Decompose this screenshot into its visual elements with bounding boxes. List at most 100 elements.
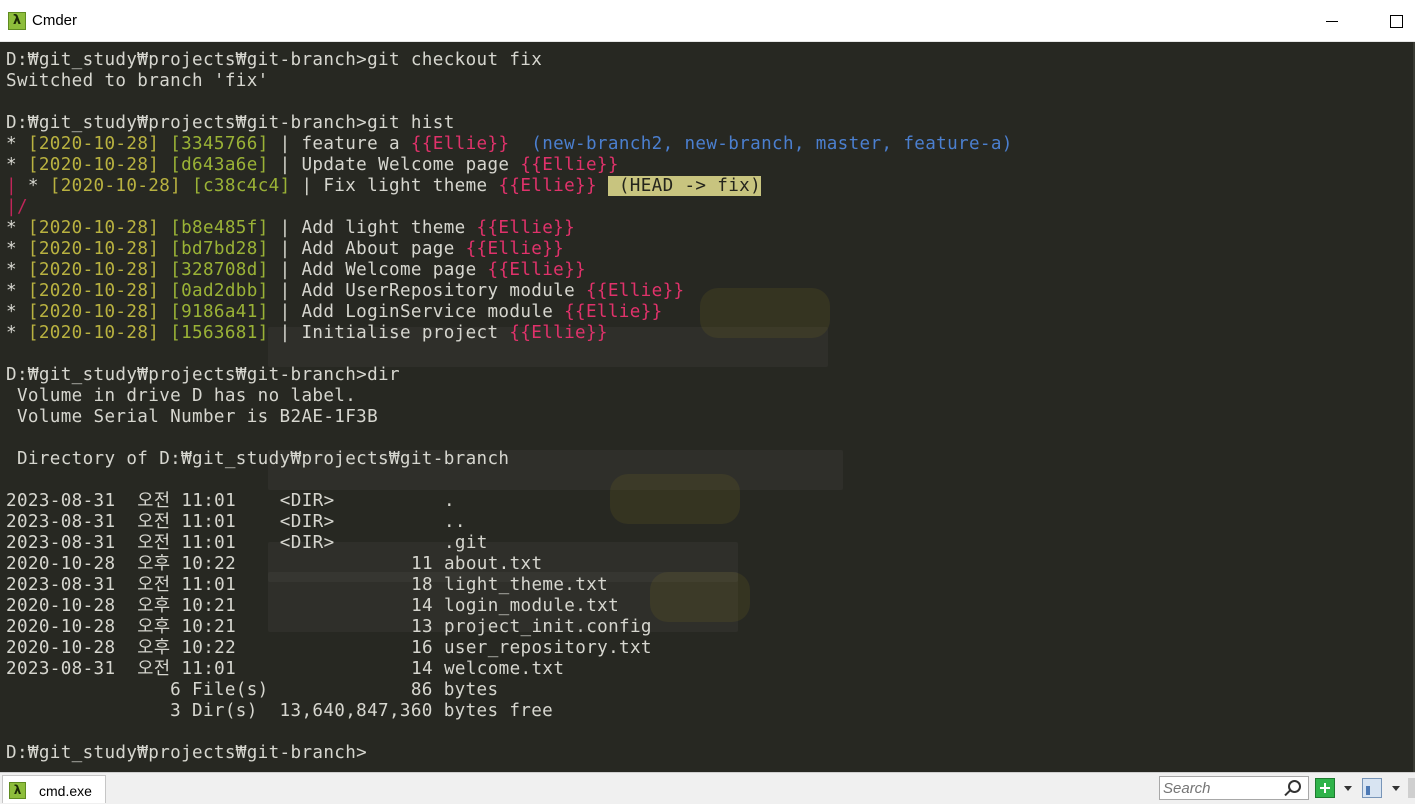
terminal-text: [2020-10-28] [27, 281, 160, 301]
search-input[interactable] [1163, 779, 1283, 797]
lambda-icon: λ [9, 782, 26, 799]
terminal-output: D:₩git_study₩projects₩git-branch>git che… [6, 50, 1013, 764]
terminal-text: [3345766] [170, 134, 269, 154]
terminal-text: | feature a [268, 134, 411, 154]
terminal-text: 2020-10-28 오후 10:21 14 login_module.txt [6, 596, 620, 616]
search-box[interactable] [1159, 776, 1309, 800]
split-view-icon[interactable] [1362, 778, 1382, 798]
terminal-text: 6 File(s) 86 bytes [6, 680, 499, 700]
terminal-text: D:₩git_study₩projects₩git-branch>dir [6, 365, 400, 385]
terminal-text: [c38c4c4] [192, 176, 291, 196]
minimize-button[interactable] [1319, 8, 1345, 34]
terminal-line: * [2020-10-28] [3345766] | feature a {{E… [6, 134, 1013, 155]
terminal-text: [2020-10-28] [49, 176, 182, 196]
terminal-text: [bd7bd28] [170, 239, 269, 259]
tab-cmd[interactable]: λ cmd.exe [2, 775, 106, 803]
search-icon[interactable] [1288, 780, 1301, 793]
terminal-text: 2020-10-28 오후 10:22 16 user_repository.t… [6, 638, 652, 658]
terminal-line: * [2020-10-28] [328708d] | Add Welcome p… [6, 260, 1013, 281]
terminal-text: 2020-10-28 오후 10:21 13 project_init.conf… [6, 617, 652, 637]
terminal-text: | Add UserRepository module [268, 281, 586, 301]
terminal-line: |/ [6, 197, 1013, 218]
terminal-line: 2023-08-31 오전 11:01 <DIR> .git [6, 533, 1013, 554]
new-console-button[interactable] [1315, 778, 1335, 798]
terminal-line: * [2020-10-28] [1563681] | Initialise pr… [6, 323, 1013, 344]
terminal-line: 2020-10-28 오후 10:22 11 about.txt [6, 554, 1013, 575]
terminal-line: * [2020-10-28] [bd7bd28] | Add About pag… [6, 239, 1013, 260]
chevron-down-icon[interactable] [1392, 786, 1400, 791]
terminal-line: 6 File(s) 86 bytes [6, 680, 1013, 701]
terminal-line: 2023-08-31 오전 11:01 14 welcome.txt [6, 659, 1013, 680]
terminal-line: | * [2020-10-28] [c38c4c4] | Fix light t… [6, 176, 1013, 197]
terminal-line: * [2020-10-28] [9186a41] | Add LoginServ… [6, 302, 1013, 323]
terminal-line: D:₩git_study₩projects₩git-branch>git che… [6, 50, 1013, 71]
terminal-text: | Update Welcome page [268, 155, 521, 175]
terminal-text: [328708d] [170, 260, 269, 280]
terminal-text: [2020-10-28] [27, 218, 160, 238]
terminal-text: Directory of D:₩git_study₩projects₩git-b… [6, 449, 510, 469]
terminal-text: Volume in drive D has no label. [6, 386, 357, 406]
terminal-text: 2023-08-31 오전 11:01 14 welcome.txt [6, 659, 565, 679]
terminal-text: | Add About page [268, 239, 466, 259]
terminal-text: [2020-10-28] [27, 239, 160, 259]
terminal-text: {{Ellie}} [465, 239, 565, 259]
terminal-line: Volume in drive D has no label. [6, 386, 1013, 407]
terminal-text: {{Ellie}} [476, 218, 576, 238]
terminal-text: 2023-08-31 오전 11:01 <DIR> .. [6, 512, 466, 532]
terminal-line: * [2020-10-28] [0ad2dbb] | Add UserRepos… [6, 281, 1013, 302]
terminal-text: {{Ellie}} [498, 176, 597, 196]
terminal-text: [2020-10-28] [27, 155, 160, 175]
terminal-text: {{Ellie}} [585, 281, 685, 301]
terminal-text: * [6, 155, 28, 175]
maximize-button[interactable] [1383, 8, 1409, 34]
terminal-text: (HEAD -> fix) [607, 176, 762, 196]
terminal-text: Volume Serial Number is B2AE-1F3B [6, 407, 379, 427]
window-title: Cmder [32, 12, 78, 29]
terminal-text: {{Ellie}} [509, 323, 608, 343]
terminal-line: 2023-08-31 오전 11:01 <DIR> .. [6, 512, 1013, 533]
terminal-text: * [6, 260, 28, 280]
terminal-text: | Fix light theme [290, 176, 499, 196]
terminal-text: (new-branch2, new-branch, master, featur… [509, 134, 1013, 154]
terminal-line: D:₩git_study₩projects₩git-branch> [6, 743, 1013, 764]
terminal-text: 2020-10-28 오후 10:22 11 about.txt [6, 554, 543, 574]
terminal-text: [1563681] [170, 323, 269, 343]
terminal-text: * [6, 239, 28, 259]
terminal-text: [2020-10-28] [27, 323, 160, 343]
terminal-text: | Add light theme [268, 218, 477, 238]
terminal-line: Switched to branch 'fix' [6, 71, 1013, 92]
terminal-text: [2020-10-28] [27, 302, 160, 322]
terminal-line: D:₩git_study₩projects₩git-branch>git his… [6, 113, 1013, 134]
terminal-line: 2020-10-28 오후 10:22 16 user_repository.t… [6, 638, 1013, 659]
terminal-text: * [16, 176, 50, 196]
more-icon[interactable] [1408, 778, 1415, 798]
terminal-text: D:₩git_study₩projects₩git-branch> [6, 743, 368, 763]
lambda-icon: λ [8, 12, 26, 30]
terminal-text: * [6, 281, 28, 301]
terminal-text: * [6, 302, 28, 322]
terminal-console[interactable]: D:₩git_study₩projects₩git-branch>git che… [0, 42, 1415, 772]
terminal-line: * [2020-10-28] [b8e485f] | Add light the… [6, 218, 1013, 239]
status-bar: λ cmd.exe [0, 772, 1415, 804]
title-bar: λ Cmder [0, 0, 1415, 42]
terminal-text: [d643a6e] [170, 155, 269, 175]
terminal-text: 2023-08-31 오전 11:01 <DIR> .git [6, 533, 488, 553]
chevron-down-icon[interactable] [1344, 786, 1352, 791]
terminal-text: [2020-10-28] [27, 134, 160, 154]
terminal-line: * [2020-10-28] [d643a6e] | Update Welcom… [6, 155, 1013, 176]
terminal-text: 2023-08-31 오전 11:01 18 light_theme.txt [6, 575, 609, 595]
terminal-text: | Initialise project [268, 323, 510, 343]
terminal-line: 2023-08-31 오전 11:01 <DIR> . [6, 491, 1013, 512]
